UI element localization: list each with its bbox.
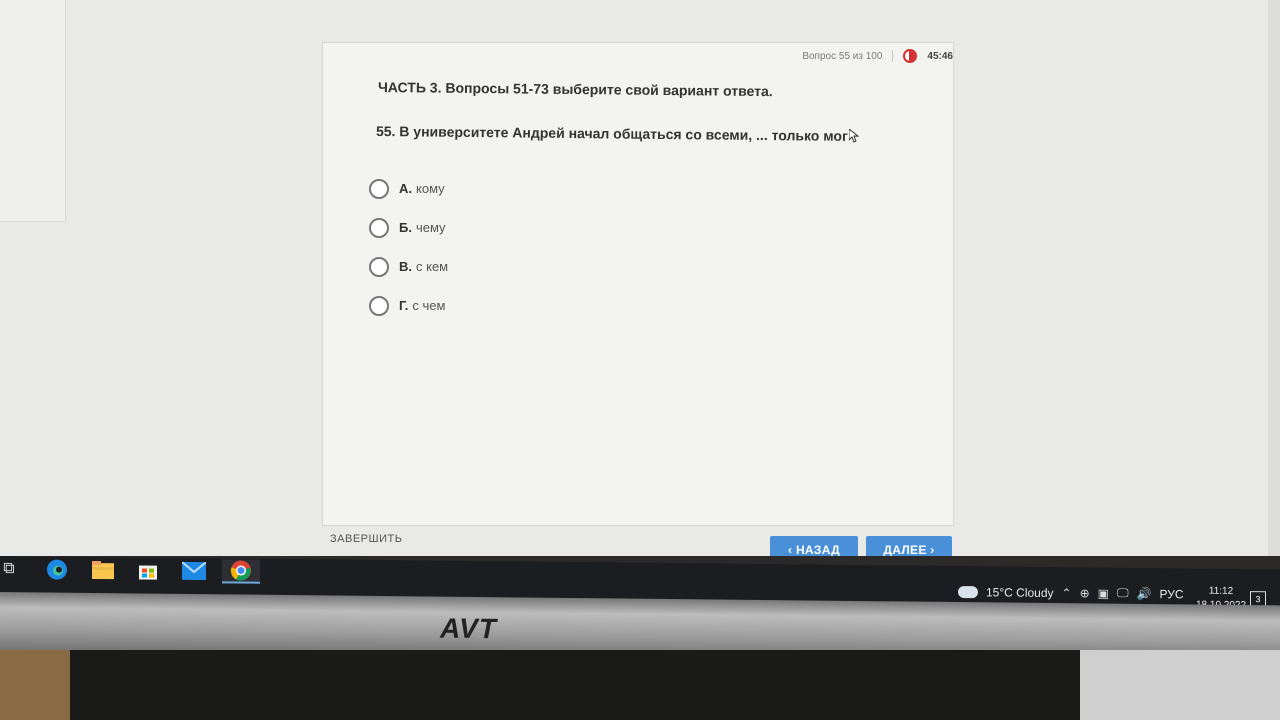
meet-now-icon[interactable]: ⊕ bbox=[1080, 586, 1090, 600]
scrollbar[interactable] bbox=[1268, 0, 1280, 556]
option-b[interactable]: Б. чему bbox=[369, 208, 448, 247]
task-view-icon[interactable]: ⧉ bbox=[0, 557, 24, 581]
edge-icon[interactable] bbox=[42, 557, 72, 581]
timer-value: 45:46 bbox=[927, 50, 953, 62]
file-explorer-icon[interactable] bbox=[88, 558, 118, 582]
question-text: 55. В университете Андрей начал общаться… bbox=[376, 123, 859, 144]
desk-left-area bbox=[0, 650, 70, 720]
radio-icon[interactable] bbox=[369, 217, 389, 238]
option-text: кому bbox=[416, 181, 445, 196]
radio-icon[interactable] bbox=[369, 178, 389, 199]
finish-button[interactable]: ЗАВЕРШИТЬ bbox=[330, 533, 402, 545]
screen: а Вопрос 55 из 100 45:46 ЧАСТЬ 3. Вопрос… bbox=[0, 0, 1280, 556]
option-letter: Б. bbox=[399, 220, 412, 235]
volume-icon[interactable]: 🔊 bbox=[1137, 586, 1152, 600]
weather-icon[interactable] bbox=[958, 585, 978, 598]
divider bbox=[892, 50, 894, 62]
option-letter: Г. bbox=[399, 298, 409, 313]
app-tray-icon[interactable]: ▣ bbox=[1098, 586, 1109, 600]
section-title: ЧАСТЬ 3. Вопросы 51-73 выберите свой вар… bbox=[377, 79, 773, 100]
timer-icon bbox=[903, 49, 918, 63]
option-a[interactable]: А. кому bbox=[369, 169, 448, 208]
radio-icon[interactable] bbox=[369, 295, 389, 316]
question-label: 55. В университете Андрей начал общаться… bbox=[375, 123, 848, 144]
network-icon[interactable]: 🖵 bbox=[1117, 586, 1129, 601]
desk-background bbox=[0, 650, 1280, 720]
clock-time: 11:12 bbox=[1208, 585, 1234, 597]
option-text: чему bbox=[415, 220, 446, 235]
back-button[interactable]: ‹ НАЗАД bbox=[770, 536, 858, 556]
side-panel: а bbox=[0, 0, 66, 222]
store-icon[interactable] bbox=[133, 558, 163, 582]
weather-text[interactable]: 15°C Cloudy bbox=[986, 585, 1054, 600]
radio-icon[interactable] bbox=[369, 256, 389, 277]
monitor-logo: AVT bbox=[440, 612, 497, 645]
system-tray: 15°C Cloudy ⌃ ⊕ ▣ 🖵 🔊 РУС bbox=[958, 584, 1184, 601]
input-language[interactable]: РУС bbox=[1160, 587, 1184, 601]
option-text: с кем bbox=[416, 259, 449, 274]
chrome-icon[interactable] bbox=[222, 559, 260, 584]
progress-text: Вопрос 55 из 100 bbox=[802, 50, 883, 62]
answer-options: А. кому Б. чему В. с кем Г. с чем bbox=[369, 169, 448, 325]
option-letter: А. bbox=[399, 181, 412, 196]
mouse-cursor-icon bbox=[848, 128, 859, 143]
test-header: Вопрос 55 из 100 45:46 bbox=[802, 49, 953, 63]
desk-right-area bbox=[1080, 650, 1280, 720]
option-g[interactable]: Г. с чем bbox=[369, 286, 448, 325]
mail-icon[interactable] bbox=[179, 559, 209, 583]
option-text: с чем bbox=[412, 298, 446, 313]
question-card: Вопрос 55 из 100 45:46 ЧАСТЬ 3. Вопросы … bbox=[322, 42, 954, 526]
next-button[interactable]: ДАЛЕЕ › bbox=[866, 536, 952, 556]
option-letter: В. bbox=[399, 259, 412, 274]
option-v[interactable]: В. с кем bbox=[369, 247, 448, 286]
show-hidden-icons-icon[interactable]: ⌃ bbox=[1062, 586, 1072, 600]
